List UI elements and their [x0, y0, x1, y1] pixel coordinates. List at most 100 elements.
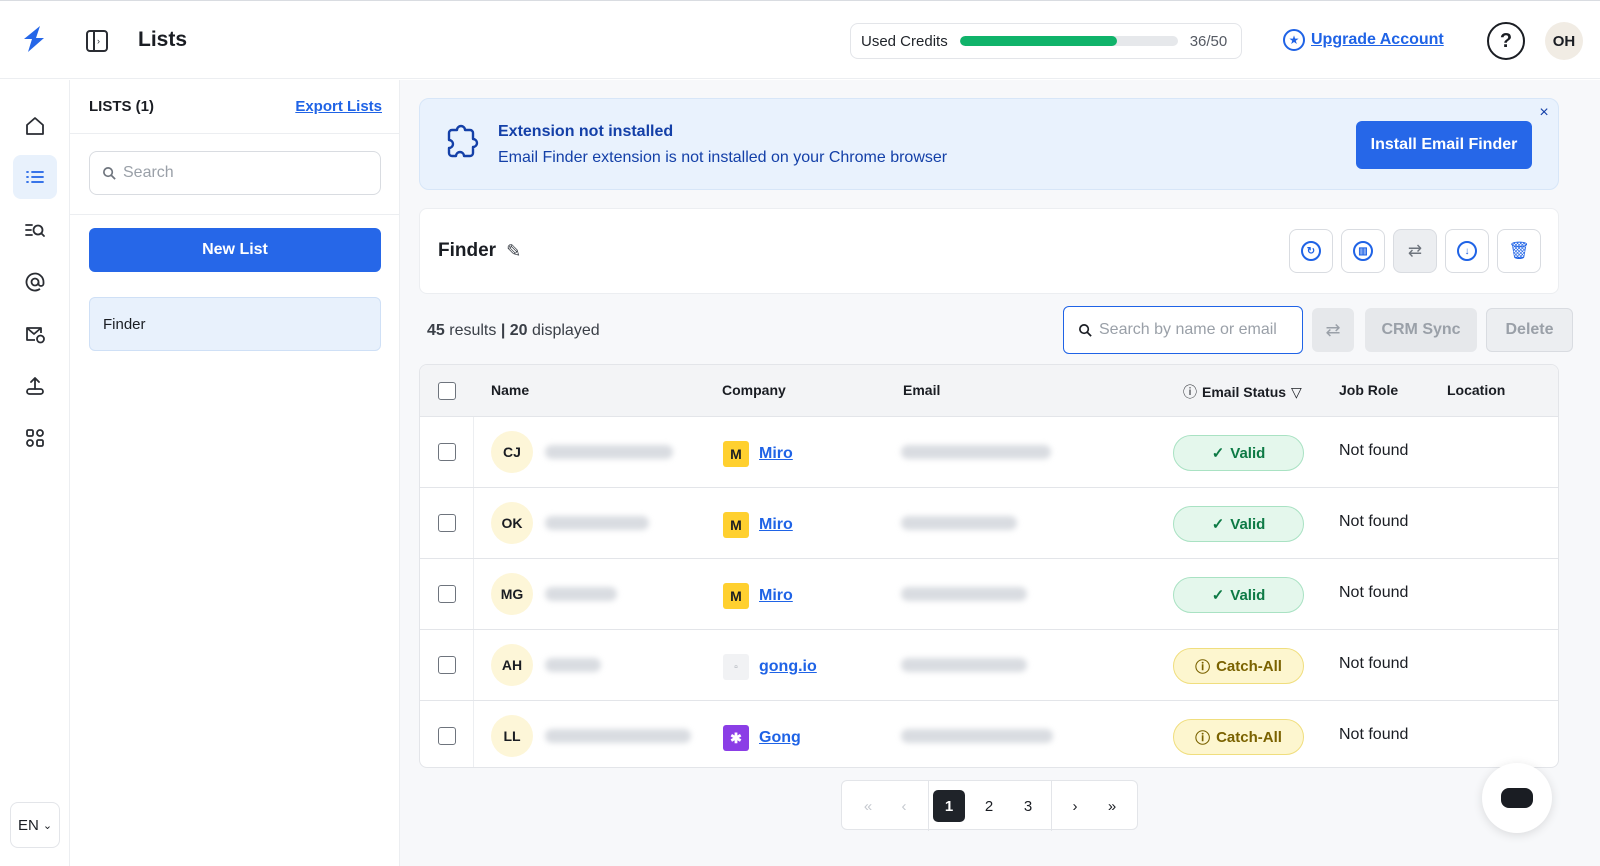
company-logo-icon: ✱: [723, 725, 749, 751]
list-title: Finder ✎: [438, 240, 521, 262]
close-icon[interactable]: ×: [1536, 105, 1552, 121]
row-checkbox[interactable]: [438, 656, 456, 674]
upgrade-account-link[interactable]: Upgrade Account: [1311, 31, 1444, 49]
column-email[interactable]: Email: [903, 382, 940, 398]
row-checkbox[interactable]: [438, 585, 456, 603]
results-displayed-suffix: displayed: [532, 322, 600, 339]
column-email-status[interactable]: ⓘ Email Status ▽: [1183, 382, 1302, 402]
column-company[interactable]: Company: [722, 382, 786, 398]
help-icon[interactable]: ?: [1487, 22, 1525, 60]
credits-meter: Used Credits 36/50: [850, 23, 1242, 59]
table-row[interactable]: AH ▫ gong.io ⓘ Catch-All Not found: [420, 630, 1558, 701]
finder-header: Finder ✎ ↻ ▥ ⇄ ↓ 🗑: [419, 208, 1559, 294]
column-job-role[interactable]: Job Role: [1339, 382, 1398, 398]
search-icon: [103, 166, 116, 180]
row-checkbox[interactable]: [438, 443, 456, 461]
bulk-swap-button[interactable]: ⇄: [1312, 308, 1354, 352]
company-link[interactable]: Gong: [759, 729, 801, 747]
list-item-finder[interactable]: Finder: [89, 297, 381, 351]
search-list-icon: [25, 224, 45, 237]
table-header: Name Company Email ⓘ Email Status ▽ Job …: [420, 365, 1558, 417]
status-icon: ✓: [1211, 445, 1225, 462]
nav-search-list[interactable]: [13, 208, 57, 252]
company-logo-icon: M: [723, 583, 749, 609]
user-avatar[interactable]: OH: [1545, 22, 1583, 60]
new-list-button[interactable]: New List: [89, 228, 381, 272]
row-checkbox[interactable]: [438, 514, 456, 532]
email-status-badge: ✓ Valid: [1173, 577, 1304, 613]
company-logo-icon: M: [723, 512, 749, 538]
company-cell: ▫ gong.io: [723, 654, 817, 680]
list-name: Finder: [438, 240, 497, 261]
table-row[interactable]: CJ M Miro ✓ Valid Not found: [420, 417, 1558, 488]
table-row[interactable]: OK M Miro ✓ Valid Not found: [420, 488, 1558, 559]
next-page-button[interactable]: ›: [1059, 790, 1091, 822]
email-redacted: [901, 445, 1051, 459]
download-button[interactable]: ↓: [1445, 229, 1489, 273]
page-1-button[interactable]: 1: [933, 790, 965, 822]
table-row[interactable]: LL ✱ Gong ⓘ Catch-All Not found: [420, 701, 1558, 767]
company-link[interactable]: Miro: [759, 445, 793, 463]
company-cell: M Miro: [723, 583, 793, 609]
export-lists-link[interactable]: Export Lists: [295, 98, 382, 115]
select-all-checkbox[interactable]: [438, 382, 456, 400]
nav-email-verifier[interactable]: [13, 312, 57, 356]
status-icon: ✓: [1211, 516, 1225, 533]
company-link[interactable]: gong.io: [759, 658, 817, 676]
download-icon: ↓: [1457, 241, 1477, 261]
status-icon: ⓘ: [1195, 729, 1211, 747]
column-email-status-label: Email Status: [1202, 384, 1287, 400]
last-page-button[interactable]: »: [1096, 790, 1128, 822]
status-label: Valid: [1230, 444, 1266, 462]
crm-sync-button[interactable]: CRM Sync: [1365, 308, 1477, 352]
delete-list-button[interactable]: 🗑: [1497, 229, 1541, 273]
search-icon: [1079, 323, 1092, 337]
table-search-input[interactable]: Search by name or email: [1063, 306, 1303, 354]
delete-button[interactable]: Delete: [1486, 308, 1573, 352]
nav-workflows[interactable]: [13, 416, 57, 460]
chat-icon: [1501, 788, 1533, 808]
company-link[interactable]: Miro: [759, 587, 793, 605]
lists-search-input[interactable]: Search: [89, 151, 381, 195]
status-label: Valid: [1230, 515, 1266, 533]
page-3-button[interactable]: 3: [1012, 790, 1044, 822]
results-count-suffix: results: [449, 322, 497, 339]
refresh-button[interactable]: ↻: [1289, 229, 1333, 273]
sidebar-toggle-icon[interactable]: ›: [86, 30, 108, 52]
pagination: « ‹ 1 2 3 › »: [841, 780, 1138, 831]
column-location[interactable]: Location: [1447, 382, 1505, 398]
contact-avatar: OK: [491, 502, 533, 544]
install-email-finder-button[interactable]: Install Email Finder: [1356, 121, 1532, 169]
nav-upload[interactable]: [13, 364, 57, 408]
chat-widget-button[interactable]: [1482, 763, 1552, 833]
status-label: Valid: [1230, 586, 1266, 604]
table-row[interactable]: MG M Miro ✓ Valid Not found: [420, 559, 1558, 630]
lists-panel: LISTS (1) Export Lists Search New List F…: [70, 80, 400, 866]
email-status-badge: ⓘ Catch-All: [1173, 648, 1304, 684]
email-redacted: [901, 658, 1027, 672]
nav-home[interactable]: [13, 104, 57, 148]
enrich-button[interactable]: ▥: [1341, 229, 1385, 273]
nav-lists[interactable]: [13, 155, 57, 199]
page-2-button[interactable]: 2: [973, 790, 1005, 822]
company-link[interactable]: Miro: [759, 516, 793, 534]
column-name[interactable]: Name: [491, 382, 529, 398]
first-page-button[interactable]: «: [852, 790, 884, 822]
pager-divider: [928, 781, 929, 831]
nav-email-finder[interactable]: [13, 260, 57, 304]
pencil-icon[interactable]: ✎: [506, 241, 521, 262]
row-checkbox[interactable]: [438, 727, 456, 745]
app-logo[interactable]: [18, 23, 50, 55]
status-label: Catch-All: [1216, 728, 1282, 746]
contact-name-redacted: [545, 658, 601, 672]
language-select[interactable]: EN ⌄: [10, 802, 60, 848]
enrich-icon: ▥: [1353, 241, 1373, 261]
filter-icon[interactable]: ▽: [1291, 384, 1302, 401]
pager-divider: [1051, 781, 1052, 831]
upgrade-account[interactable]: ★ Upgrade Account: [1283, 29, 1444, 51]
list-icon: [26, 171, 44, 183]
status-icon: ✓: [1211, 587, 1225, 604]
swap-button[interactable]: ⇄: [1393, 229, 1437, 273]
prev-page-button[interactable]: ‹: [888, 790, 920, 822]
credits-progress-fill: [959, 36, 1117, 46]
